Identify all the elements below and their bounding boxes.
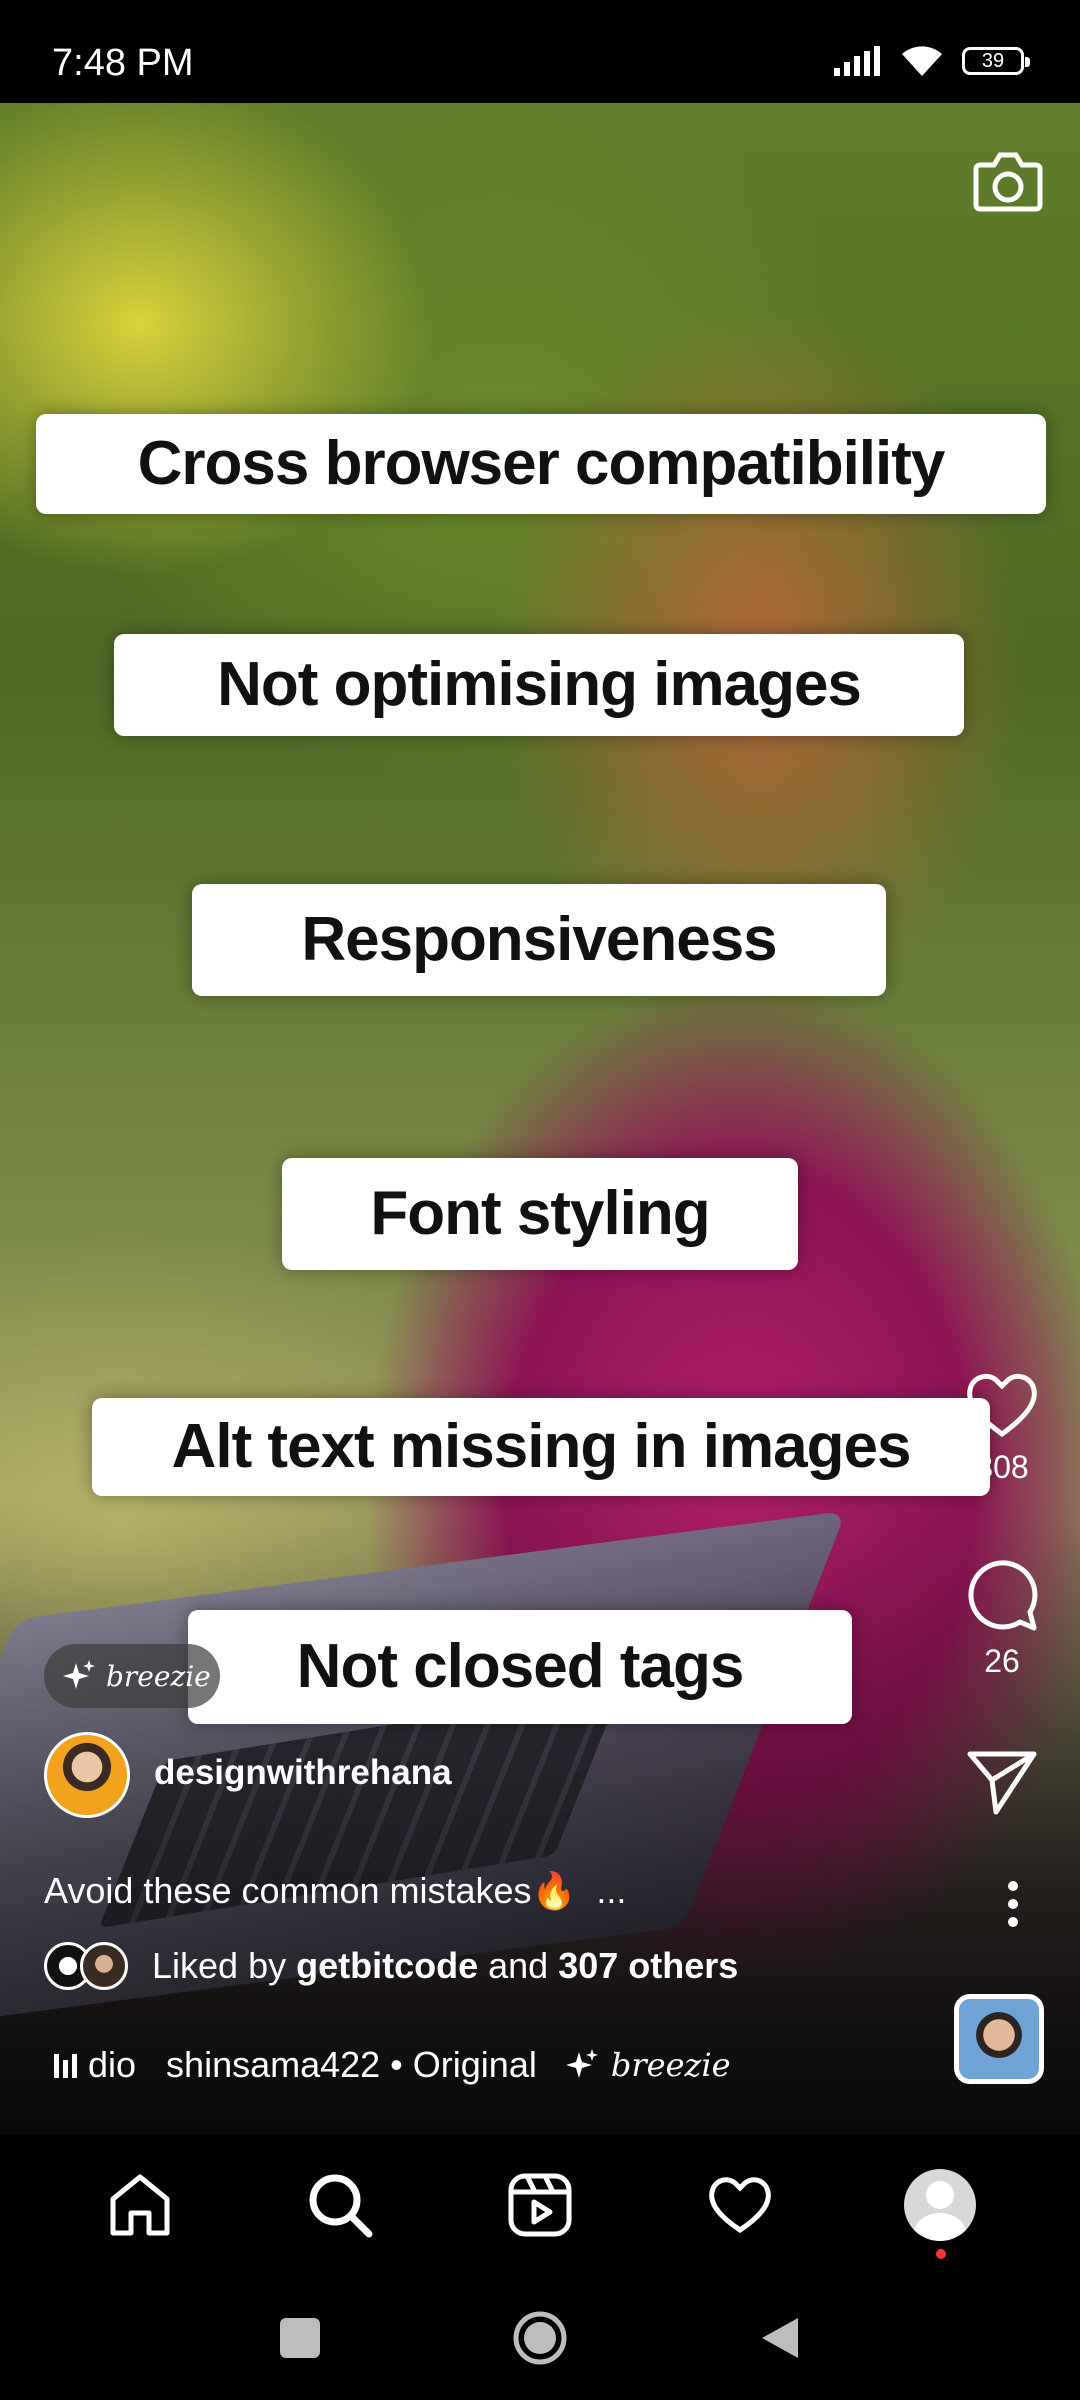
overlay-text-1: Cross browser compatibility xyxy=(36,414,1046,514)
nav-activity[interactable] xyxy=(700,2165,780,2245)
signal-icon xyxy=(834,46,880,76)
reels-icon[interactable] xyxy=(507,2172,573,2238)
profile-avatar[interactable] xyxy=(904,2169,976,2241)
liked-by-others[interactable]: 307 others xyxy=(558,1945,738,1986)
notification-dot xyxy=(936,2249,946,2259)
likes-count: 308 xyxy=(975,1449,1029,1485)
more-icon[interactable] xyxy=(1006,1880,1020,1928)
sparkle-icon xyxy=(63,1660,95,1689)
share-action[interactable] xyxy=(954,1748,1050,1821)
liked-by-row[interactable]: Liked by getbitcode and 307 others xyxy=(44,1942,738,1990)
status-time: 7:48 PM xyxy=(52,42,194,84)
comment-action[interactable]: 26 xyxy=(954,1558,1050,1680)
comments-count: 26 xyxy=(984,1643,1020,1679)
liked-by-text: Liked by getbitcode and 307 others xyxy=(152,1945,739,1986)
like-action[interactable]: 308 xyxy=(954,1370,1050,1486)
battery-indicator: 39 xyxy=(962,47,1030,75)
audio-bars-icon xyxy=(54,2054,77,2078)
liker-avatar-2 xyxy=(80,1942,128,1990)
nav-reels[interactable] xyxy=(500,2165,580,2245)
search-icon[interactable] xyxy=(307,2172,373,2238)
recents-icon[interactable] xyxy=(278,2316,322,2360)
overlay-text-3: Responsiveness xyxy=(192,884,886,996)
audio-thumbnail[interactable] xyxy=(954,1994,1044,2084)
caption-more[interactable]: ... xyxy=(596,1870,626,1911)
back-icon[interactable] xyxy=(758,2314,802,2362)
nav-profile[interactable] xyxy=(900,2165,980,2259)
comment-icon[interactable] xyxy=(964,1558,1040,1634)
reel-video[interactable] xyxy=(0,103,1080,2135)
audio-track[interactable]: shinsama422 • Original xyxy=(166,2044,537,2086)
system-nav-bar xyxy=(0,2275,1080,2400)
audio-scroll-text: dio xyxy=(88,2044,137,2085)
nav-home[interactable] xyxy=(100,2165,180,2245)
audio-effect[interactable]: breezie xyxy=(611,2046,731,2084)
nav-search[interactable] xyxy=(300,2165,380,2245)
overlay-text-4: Font styling xyxy=(282,1158,798,1270)
effect-pill[interactable]: breezie xyxy=(44,1644,220,1708)
status-bar: 7:48 PM 39 xyxy=(0,0,1080,103)
bottom-gradient xyxy=(0,1495,1080,2135)
bottom-nav xyxy=(0,2135,1080,2275)
audio-row[interactable]: dio shinsama422 • Original breezie xyxy=(52,2044,731,2086)
wifi-icon xyxy=(902,46,942,76)
caption-text: Avoid these common mistakes🔥 xyxy=(44,1870,577,1911)
home-icon[interactable] xyxy=(107,2173,173,2237)
home-button-icon[interactable] xyxy=(512,2310,568,2366)
status-icons: 39 xyxy=(832,44,1030,78)
overlay-text-2: Not optimising images xyxy=(114,634,964,736)
heart-icon[interactable] xyxy=(964,1370,1040,1440)
sparkle-icon xyxy=(565,2049,598,2078)
creator-username[interactable]: designwithrehana xyxy=(154,1753,452,1793)
liked-by-user[interactable]: getbitcode xyxy=(296,1945,478,1986)
share-icon[interactable] xyxy=(966,1748,1038,1816)
camera-icon[interactable] xyxy=(972,145,1044,217)
overlay-text-5: Alt text missing in images xyxy=(92,1398,990,1496)
activity-icon[interactable] xyxy=(706,2174,774,2236)
creator-avatar[interactable] xyxy=(44,1732,130,1818)
effect-label: breezie xyxy=(106,1659,211,1693)
overlay-text-6: Not closed tags xyxy=(188,1610,852,1724)
caption[interactable]: Avoid these common mistakes🔥 ... xyxy=(44,1870,626,1912)
